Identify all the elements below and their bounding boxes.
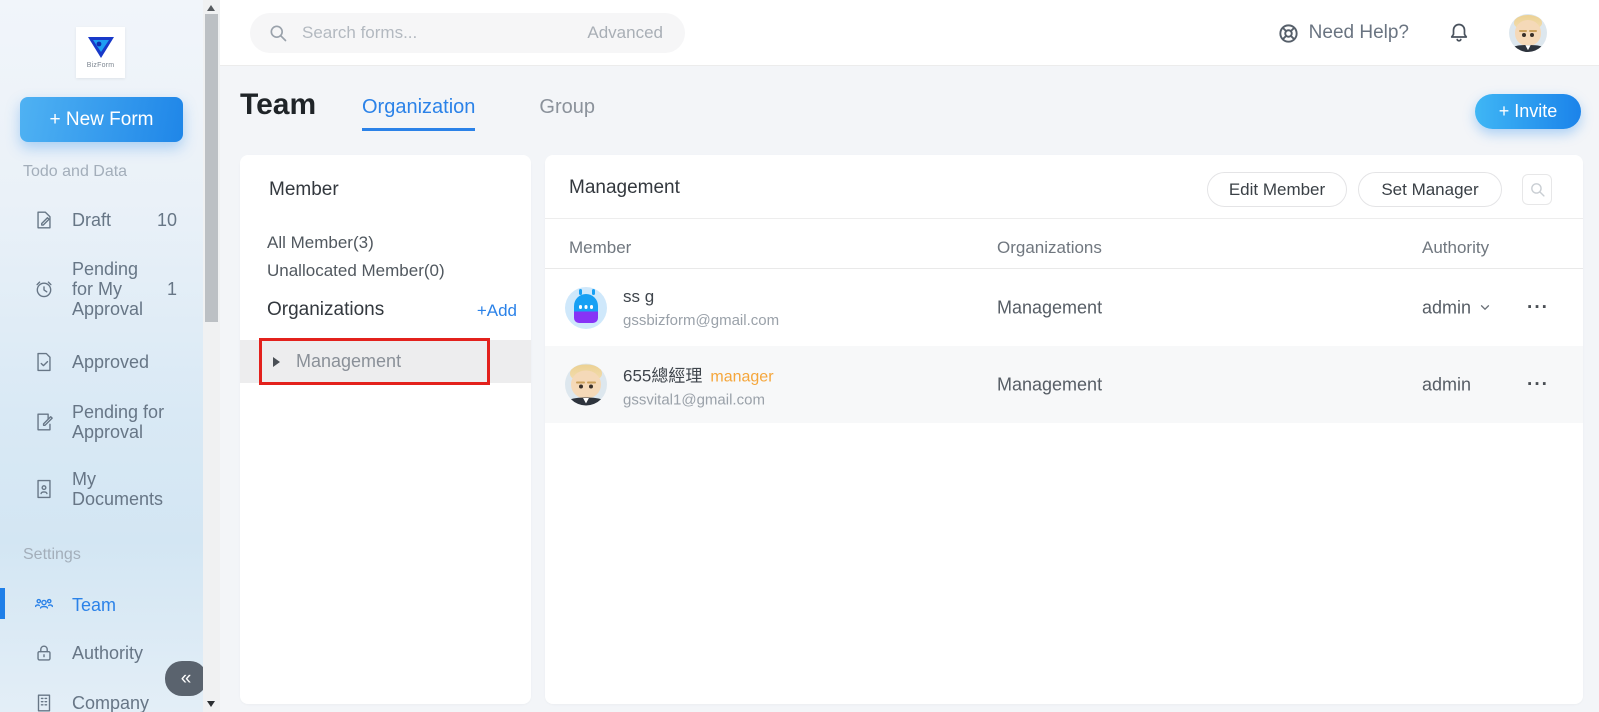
column-header-member: Member: [569, 238, 631, 258]
organization-cell: Management: [997, 297, 1102, 318]
organizations-title: Organizations: [267, 299, 384, 321]
chevron-down-icon: [1478, 301, 1492, 315]
tab-group[interactable]: Group: [539, 96, 595, 131]
page-title: Team: [240, 88, 316, 122]
authority-value: admin: [1422, 374, 1471, 395]
sidebar-item-draft[interactable]: Draft 10: [0, 205, 203, 235]
building-icon: [33, 692, 55, 712]
member-name: 655總經理: [623, 366, 702, 385]
edit-member-button[interactable]: Edit Member: [1207, 172, 1347, 207]
sidebar-item-pending-for-approval[interactable]: Pending for Approval: [0, 400, 203, 444]
table-row[interactable]: 655總經理 manager gssvital1@gmail.com Manage…: [545, 346, 1583, 423]
set-manager-button[interactable]: Set Manager: [1358, 172, 1502, 207]
double-chevron-left-icon: «: [181, 668, 192, 690]
avatar-face: [1515, 20, 1542, 45]
sidebar: BizForm + New Form Todo and Data Draft 1…: [0, 0, 203, 712]
management-panel-title: Management: [569, 177, 680, 199]
scrollbar-up-arrow[interactable]: [207, 5, 215, 11]
member-email: gssbizform@gmail.com: [623, 312, 779, 329]
lock-icon: [33, 642, 55, 664]
member-name: ss g: [623, 287, 654, 306]
filter-unallocated-member[interactable]: Unallocated Member(0): [267, 261, 445, 281]
tab-organization[interactable]: Organization: [362, 96, 475, 131]
app-logo-text: BizForm: [87, 62, 114, 69]
sidebar-section-settings: Settings: [23, 546, 81, 564]
add-organization-link[interactable]: +Add: [477, 301, 517, 321]
member-email: gssvital1@gmail.com: [623, 391, 774, 408]
table-header-row: Member Organizations Authority: [545, 233, 1583, 269]
vertical-scrollbar[interactable]: [203, 0, 220, 712]
sidebar-section-todo-and-data: Todo and Data: [23, 163, 127, 181]
member-avatar: [565, 287, 607, 329]
member-role-tag: manager: [710, 368, 773, 385]
document-pen-icon: [33, 411, 55, 433]
org-tree-item-management[interactable]: Management: [240, 340, 531, 383]
new-form-button[interactable]: + New Form: [20, 97, 183, 142]
column-header-organizations: Organizations: [997, 238, 1102, 258]
topbar: Advanced Need Help?: [220, 0, 1599, 66]
scrollbar-down-arrow[interactable]: [207, 701, 215, 707]
draft-count: 10: [157, 210, 177, 231]
search-icon: [268, 23, 288, 43]
alarm-clock-icon: [33, 278, 55, 300]
authority-dropdown[interactable]: admin: [1422, 297, 1492, 318]
team-tabs: Organization Group: [362, 96, 595, 131]
sidebar-collapse-button[interactable]: «: [165, 661, 207, 696]
management-panel: Management Edit Member Set Manager Membe…: [545, 155, 1583, 704]
column-header-authority: Authority: [1422, 238, 1489, 258]
invite-button[interactable]: + Invite: [1475, 94, 1581, 129]
table-search-button[interactable]: [1522, 174, 1552, 205]
row-menu-button[interactable]: ···: [1527, 374, 1549, 396]
need-help-button[interactable]: Need Help?: [1277, 22, 1409, 45]
filter-all-member[interactable]: All Member(3): [267, 233, 374, 253]
row-menu-button[interactable]: ···: [1527, 297, 1549, 319]
member-panel-title: Member: [269, 179, 339, 201]
member-cell: ss g gssbizform@gmail.com: [565, 287, 779, 329]
document-person-icon: [33, 478, 55, 500]
advanced-search-link[interactable]: Advanced: [587, 23, 663, 43]
bizform-logo-icon: [87, 36, 115, 59]
search-bar[interactable]: Advanced: [250, 13, 685, 53]
sidebar-item-my-documents[interactable]: My Documents: [0, 467, 203, 511]
sidebar-item-team[interactable]: Team: [0, 588, 203, 622]
app-logo[interactable]: BizForm: [76, 27, 125, 78]
notifications-bell-icon[interactable]: [1447, 21, 1471, 45]
document-check-icon: [33, 351, 55, 373]
sidebar-item-approved[interactable]: Approved: [0, 346, 203, 378]
pending-my-approval-count: 1: [167, 279, 177, 300]
search-icon: [1529, 181, 1546, 198]
member-cell: 655總經理 manager gssvital1@gmail.com: [565, 361, 774, 408]
member-panel: Member All Member(3) Unallocated Member(…: [240, 155, 531, 704]
table-row[interactable]: ss g gssbizform@gmail.com Management adm…: [545, 269, 1583, 346]
people-group-icon: [33, 594, 55, 616]
management-panel-header: Management Edit Member Set Manager: [545, 155, 1583, 219]
need-help-label: Need Help?: [1309, 22, 1409, 44]
search-input[interactable]: [302, 23, 587, 43]
organization-cell: Management: [997, 374, 1102, 395]
user-avatar[interactable]: [1509, 14, 1547, 52]
member-avatar: [565, 364, 607, 406]
tree-expand-icon[interactable]: [273, 357, 280, 367]
scrollbar-thumb[interactable]: [205, 14, 218, 322]
draft-icon: [33, 209, 55, 231]
sidebar-item-pending-for-my-approval[interactable]: Pending for My Approval 1: [0, 258, 203, 320]
life-buoy-icon: [1277, 22, 1300, 45]
